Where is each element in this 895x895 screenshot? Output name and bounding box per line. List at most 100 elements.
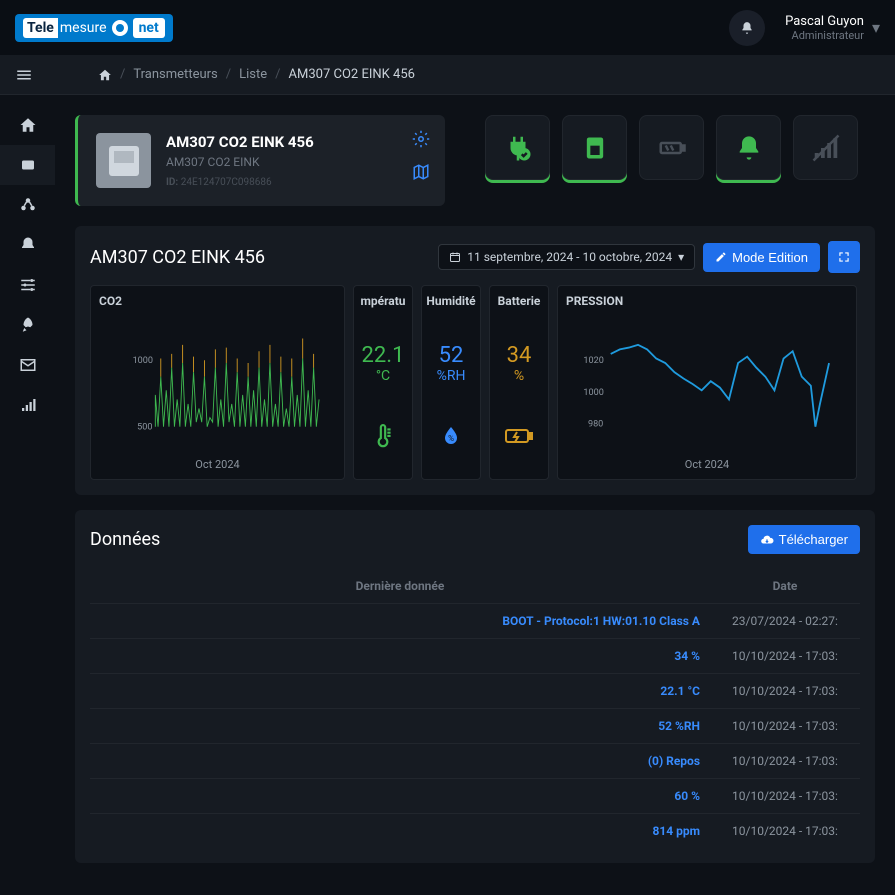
table-row[interactable]: 22.1 °C10/10/2024 - 17:03: <box>90 674 860 709</box>
battery-unit: % <box>514 368 524 384</box>
temp-unit: °C <box>376 368 390 384</box>
device-thumbnail <box>96 133 151 188</box>
date-cell: 10/10/2024 - 17:03: <box>710 779 860 814</box>
sidebar-mail[interactable] <box>0 345 55 385</box>
device-subtitle: AM307 CO2 EINK <box>166 155 314 169</box>
table-row[interactable]: (0) Repos10/10/2024 - 17:03: <box>90 744 860 779</box>
svg-text:1000: 1000 <box>583 388 603 398</box>
logo-dot-icon <box>112 20 128 36</box>
co2-chart-widget[interactable]: CO2 1000 500 Oct 2024 <box>90 285 345 480</box>
humidity-widget[interactable]: Humidité 52 %RH % <box>421 285 481 480</box>
battery-title: Batterie <box>498 294 541 308</box>
data-cell: 814 ppm <box>90 814 710 849</box>
breadcrumb-home[interactable] <box>98 68 112 82</box>
table-row[interactable]: 52 %RH10/10/2024 - 17:03: <box>90 709 860 744</box>
humidity-title: Humidité <box>426 294 475 308</box>
fullscreen-button[interactable] <box>828 241 860 273</box>
battery-charge-icon <box>504 424 534 448</box>
svg-text:%: % <box>448 434 454 443</box>
data-cell: BOOT - Protocol:1 HW:01.10 Class A <box>90 604 710 639</box>
col-date: Date <box>710 569 860 604</box>
table-row[interactable]: 60 %10/10/2024 - 17:03: <box>90 779 860 814</box>
table-row[interactable]: 814 ppm10/10/2024 - 17:03: <box>90 814 860 849</box>
sidebar <box>0 95 55 895</box>
svg-text:500: 500 <box>137 422 152 432</box>
data-cell: 60 % <box>90 779 710 814</box>
chevron-down-icon: ▾ <box>872 18 880 37</box>
hamburger-icon <box>15 66 33 84</box>
widgets-row: CO2 1000 500 Oct 2024 mpératu <box>90 285 860 480</box>
user-role: Administrateur <box>785 29 864 42</box>
topbar: Tele mesure net Pascal Guyon Administrat… <box>0 0 895 55</box>
edit-mode-button[interactable]: Mode Edition <box>703 243 820 272</box>
device-map-button[interactable] <box>412 163 430 181</box>
content: AM307 CO2 EINK 456 AM307 CO2 EINK ID: 24… <box>55 95 895 895</box>
logo[interactable]: Tele mesure net <box>15 14 173 42</box>
table-row[interactable]: 34 %10/10/2024 - 17:03: <box>90 639 860 674</box>
sidebar-devices[interactable] <box>0 145 55 185</box>
date-cell: 23/07/2024 - 02:27: <box>710 604 860 639</box>
logo-mesure: mesure <box>60 20 107 36</box>
data-cell: 34 % <box>90 639 710 674</box>
status-battery[interactable] <box>639 115 704 180</box>
data-table: Dernière donnée Date BOOT - Protocol:1 H… <box>90 569 860 848</box>
logo-net: net <box>133 18 165 38</box>
thermometer-icon <box>370 424 396 450</box>
sidebar-signal[interactable] <box>0 385 55 425</box>
breadcrumb-current: AM307 CO2 EINK 456 <box>289 67 415 82</box>
breadcrumb-bar: / Transmetteurs / Liste / AM307 CO2 EINK… <box>0 55 895 95</box>
download-button[interactable]: Télécharger <box>748 525 860 554</box>
temp-title: mpératu <box>360 294 405 308</box>
breadcrumb-transmitters[interactable]: Transmetteurs <box>133 67 217 82</box>
battery-widget[interactable]: Batterie 34 % <box>489 285 549 480</box>
sim-icon <box>581 134 609 162</box>
status-row <box>485 115 858 180</box>
sliders-icon <box>19 276 37 294</box>
pencil-icon <box>715 251 727 263</box>
network-icon <box>19 196 37 214</box>
status-alerts[interactable] <box>716 115 781 180</box>
rocket-icon <box>19 316 37 334</box>
table-row[interactable]: BOOT - Protocol:1 HW:01.10 Class A23/07/… <box>90 604 860 639</box>
breadcrumb: / Transmetteurs / Liste / AM307 CO2 EINK… <box>98 67 415 82</box>
cloud-download-icon <box>760 533 774 547</box>
col-data: Dernière donnée <box>90 569 710 604</box>
bell-icon <box>19 236 37 254</box>
data-title: Données <box>90 529 160 550</box>
data-panel: Données Télécharger Dernière donnée Date… <box>75 510 875 863</box>
sidebar-alerts[interactable] <box>0 225 55 265</box>
notifications-button[interactable] <box>729 10 765 46</box>
sidebar-settings[interactable] <box>0 265 55 305</box>
bell-icon <box>740 21 754 35</box>
svg-text:1020: 1020 <box>583 356 603 366</box>
date-range-picker[interactable]: 11 septembre, 2024 - 10 octobre, 2024 ▾ <box>438 244 695 270</box>
dashboard-panel: AM307 CO2 EINK 456 11 septembre, 2024 - … <box>75 226 875 495</box>
sidebar-home[interactable] <box>0 105 55 145</box>
device-image-icon <box>104 141 144 181</box>
user-name: Pascal Guyon <box>785 14 864 29</box>
temperature-widget[interactable]: mpératu 22.1 °C <box>353 285 413 480</box>
svg-text:980: 980 <box>588 420 603 430</box>
sidebar-network[interactable] <box>0 185 55 225</box>
gear-icon <box>412 130 430 148</box>
data-cell: (0) Repos <box>90 744 710 779</box>
device-settings-button[interactable] <box>412 130 430 148</box>
sidebar-rocket[interactable] <box>0 305 55 345</box>
menu-toggle-button[interactable] <box>15 66 33 84</box>
droplet-icon: % <box>439 424 463 448</box>
device-id: ID: 24E124707C098686 <box>166 177 314 188</box>
date-cell: 10/10/2024 - 17:03: <box>710 674 860 709</box>
home-icon <box>19 116 37 134</box>
humidity-unit: %RH <box>437 368 466 384</box>
pressure-chart-widget[interactable]: PRESSION 1020 1000 980 Oct 2024 <box>557 285 857 480</box>
plug-icon <box>503 133 533 163</box>
status-data[interactable] <box>562 115 627 180</box>
status-signal[interactable] <box>793 115 858 180</box>
svg-text:1000: 1000 <box>133 356 153 366</box>
user-menu[interactable]: Pascal Guyon Administrateur ▾ <box>785 14 880 42</box>
calendar-icon <box>449 251 461 263</box>
card-icon <box>19 156 37 174</box>
breadcrumb-list[interactable]: Liste <box>239 67 267 82</box>
mail-icon <box>19 356 37 374</box>
status-power[interactable] <box>485 115 550 180</box>
